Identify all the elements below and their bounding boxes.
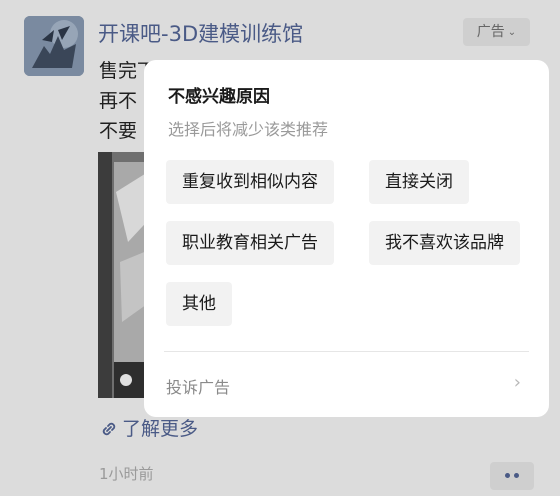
chevron-down-icon: ⌄ [507,27,517,38]
link-icon [100,420,122,443]
not-interested-popup: 不感兴趣原因 选择后将减少该类推荐 重复收到相似内容 直接关闭 职业教育相关广告… [144,60,549,417]
complain-ad-label: 投诉广告 [166,378,231,397]
popup-subtitle: 选择后将减少该类推荐 [168,120,329,139]
reason-button-dislike-brand[interactable]: 我不喜欢该品牌 [369,221,520,265]
dragon-avatar-image [24,16,84,76]
divider [164,351,529,352]
reason-button-close-directly[interactable]: 直接关闭 [369,160,469,204]
ad-tag-label: 广告 [476,24,505,40]
post-timestamp: 1小时前 [99,465,154,483]
popup-title: 不感兴趣原因 [168,87,270,107]
dot [514,473,519,478]
complain-ad-row[interactable]: 投诉广告 › [164,366,529,406]
post-text-line-3: 不要 [99,120,138,142]
avatar[interactable] [24,16,84,76]
learn-more-link[interactable]: 了解更多 [100,414,198,443]
reason-button-education-ads[interactable]: 职业教育相关广告 [166,221,334,265]
post-text-line-2: 再不 [99,90,138,112]
post-author-name[interactable]: 开课吧-3D建模训练馆 [98,18,303,48]
chevron-right-icon: › [513,372,521,393]
reason-button-other[interactable]: 其他 [166,282,232,326]
reason-button-similar-content[interactable]: 重复收到相似内容 [166,160,334,204]
ad-tag-button[interactable]: 广告 ⌄ [463,18,530,46]
dot [505,473,510,478]
more-dots-icon[interactable] [490,462,534,490]
learn-more-label: 了解更多 [122,418,199,440]
